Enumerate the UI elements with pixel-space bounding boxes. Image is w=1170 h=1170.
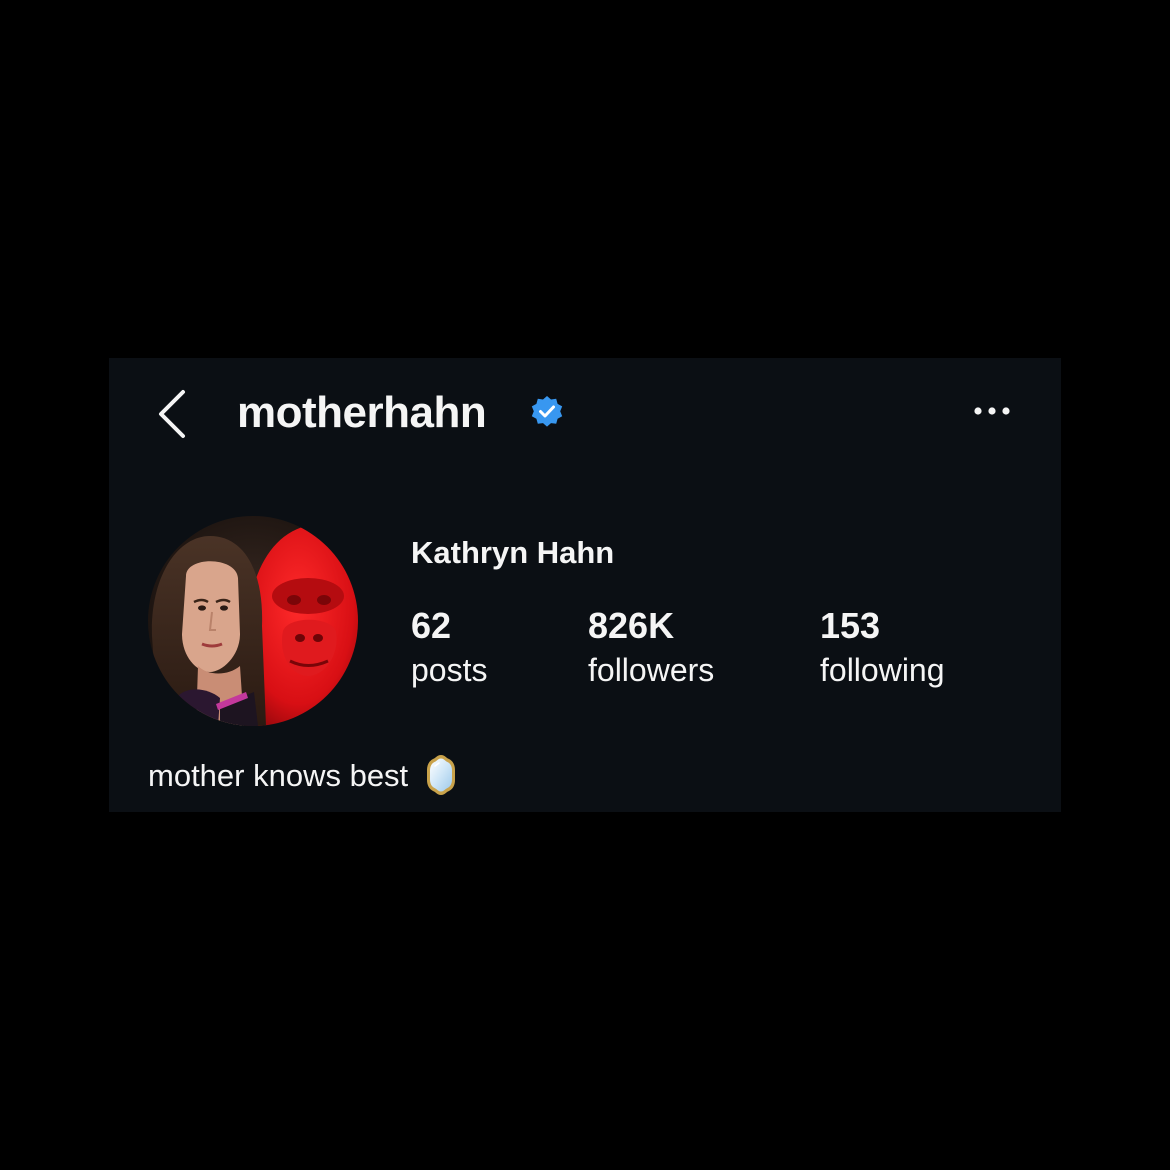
following-count: 153 [820, 605, 881, 646]
mirror-emoji-icon [427, 754, 456, 795]
stat-followers[interactable]: 826K followers [588, 606, 714, 690]
posts-count: 62 [411, 605, 452, 646]
profile-display-name: Kathryn Hahn [411, 535, 615, 570]
bio-text: mother knows best [148, 758, 409, 793]
stat-posts[interactable]: 62 posts [411, 606, 487, 690]
profile-header-card: motherhahn Kathryn Hahn 62 posts 826K fo… [109, 358, 1061, 812]
chevron-left-icon[interactable] [153, 386, 193, 442]
followers-count: 826K [588, 605, 675, 646]
more-horizontal-icon[interactable] [967, 396, 1017, 426]
profile-username: motherhahn [237, 388, 487, 437]
profile-avatar[interactable] [148, 516, 358, 726]
stat-following[interactable]: 153 following [820, 606, 945, 690]
posts-label: posts [411, 652, 488, 688]
verified-badge-icon [531, 396, 563, 427]
avatar-photo-image [148, 516, 358, 726]
followers-label: followers [588, 652, 715, 688]
following-label: following [820, 652, 945, 688]
profile-bio: mother knows best [148, 754, 456, 796]
